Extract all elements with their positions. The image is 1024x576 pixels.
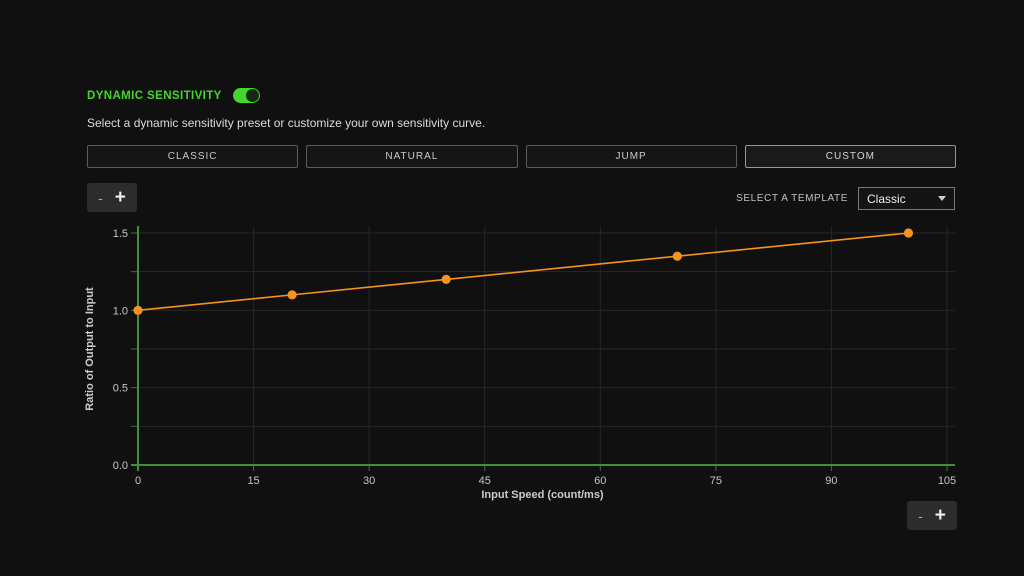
curve-point[interactable]: [904, 228, 913, 237]
svg-text:45: 45: [479, 475, 491, 487]
svg-text:1.5: 1.5: [113, 228, 128, 240]
svg-text:60: 60: [594, 475, 606, 487]
svg-text:105: 105: [938, 475, 956, 487]
dynamic-sensitivity-panel: DYNAMIC SENSITIVITY Select a dynamic sen…: [0, 0, 1024, 576]
grid-lines: [138, 226, 955, 465]
svg-text:0.0: 0.0: [113, 460, 128, 472]
svg-text:90: 90: [825, 475, 837, 487]
svg-text:75: 75: [710, 475, 722, 487]
curve-point[interactable]: [287, 290, 296, 299]
curve-point[interactable]: [133, 306, 142, 315]
y-axis-title: Ratio of Output to Input: [84, 287, 96, 411]
curve-point[interactable]: [442, 275, 451, 284]
sensitivity-curve-chart[interactable]: 0 15 30 45 60 75 90 105 0.0 0.5 1.0 1.5 Input Speed …: [0, 0, 1024, 576]
svg-text:0.5: 0.5: [113, 383, 128, 395]
zoom-in-button-bottom[interactable]: +: [929, 506, 952, 525]
zoom-out-button-bottom[interactable]: -: [912, 509, 929, 523]
x-axis-title: Input Speed (count/ms): [481, 489, 604, 501]
curve-point[interactable]: [673, 252, 682, 261]
tick-labels: 0 15 30 45 60 75 90 105 0.0 0.5 1.0 1.5 Input Speed …: [84, 228, 956, 501]
svg-text:0: 0: [135, 475, 141, 487]
svg-text:30: 30: [363, 475, 375, 487]
svg-text:15: 15: [247, 475, 259, 487]
svg-text:1.0: 1.0: [113, 305, 128, 317]
chart-zoom-control-bottom: - +: [907, 501, 957, 530]
